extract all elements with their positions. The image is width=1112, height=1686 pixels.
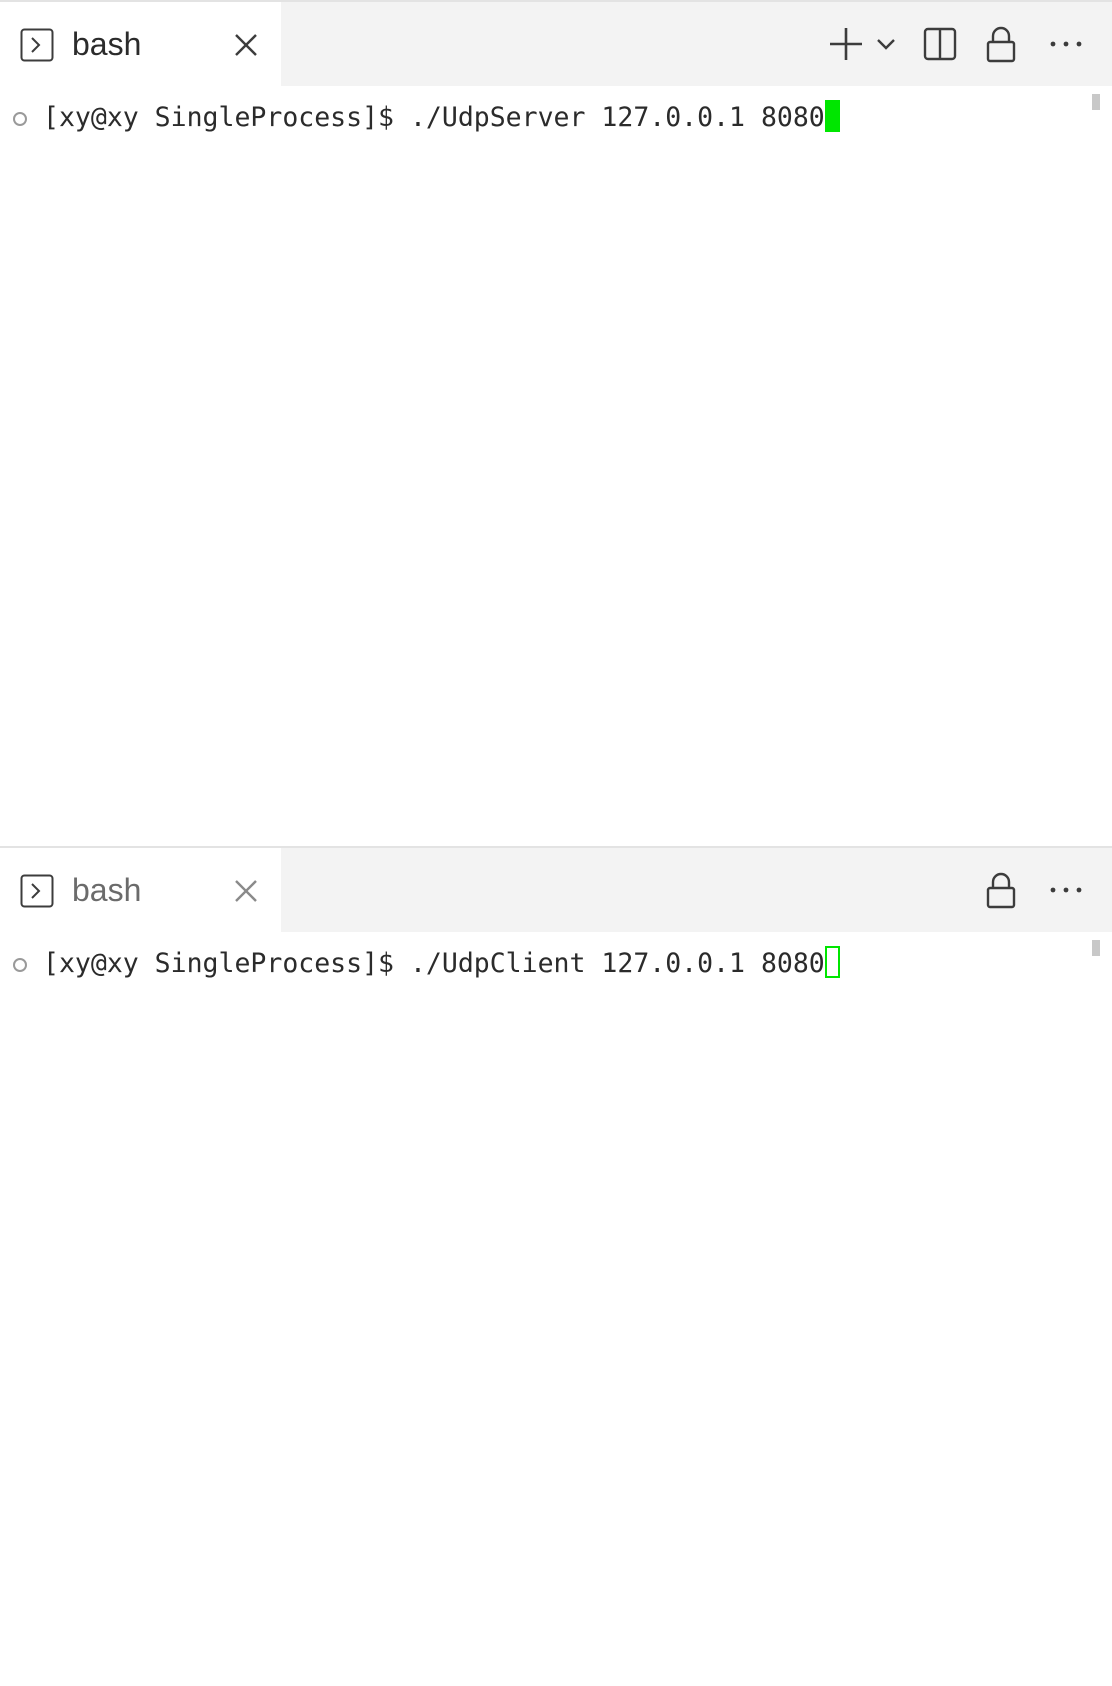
- plus-icon[interactable]: [826, 24, 866, 64]
- chevron-down-icon[interactable]: [874, 24, 898, 64]
- terminal-cursor: [824, 946, 840, 978]
- command-text: ./UdpServer 127.0.0.1 8080: [409, 102, 825, 133]
- terminal-icon: [20, 874, 54, 908]
- lock-icon[interactable]: [984, 24, 1018, 64]
- close-icon[interactable]: [232, 31, 260, 59]
- command-status-icon: [13, 112, 27, 126]
- more-icon[interactable]: [1046, 24, 1086, 64]
- terminal-cursor: [824, 100, 840, 132]
- terminal-tabbar: bash: [0, 2, 1112, 86]
- tab-label: bash: [72, 872, 142, 908]
- scrollbar-thumb[interactable]: [1092, 94, 1100, 110]
- terminal-tab[interactable]: bash: [0, 848, 281, 932]
- terminal-tabbar: bash: [0, 848, 1112, 932]
- terminal-icon: [20, 28, 54, 62]
- terminal-pane-top: bash [xy@xy SingleProcess]$ ./UdpServer …: [0, 0, 1112, 846]
- terminal-output[interactable]: [xy@xy SingleProcess]$ ./UdpClient 127.0…: [0, 932, 1112, 1686]
- lock-icon[interactable]: [984, 870, 1018, 910]
- terminal-output[interactable]: [xy@xy SingleProcess]$ ./UdpServer 127.0…: [0, 86, 1112, 846]
- more-icon[interactable]: [1046, 870, 1086, 910]
- terminal-pane-bottom: bash [xy@xy SingleProcess]$ ./UdpClient …: [0, 846, 1112, 1686]
- tab-label: bash: [72, 26, 142, 62]
- shell-prompt: [xy@xy SingleProcess]$: [43, 948, 410, 979]
- scrollbar-thumb[interactable]: [1092, 940, 1100, 956]
- close-icon[interactable]: [232, 877, 260, 905]
- terminal-tab[interactable]: bash: [0, 2, 281, 86]
- shell-prompt: [xy@xy SingleProcess]$: [43, 102, 410, 133]
- command-status-icon: [13, 958, 27, 972]
- split-editor-icon[interactable]: [922, 24, 958, 64]
- command-text: ./UdpClient 127.0.0.1 8080: [409, 948, 825, 979]
